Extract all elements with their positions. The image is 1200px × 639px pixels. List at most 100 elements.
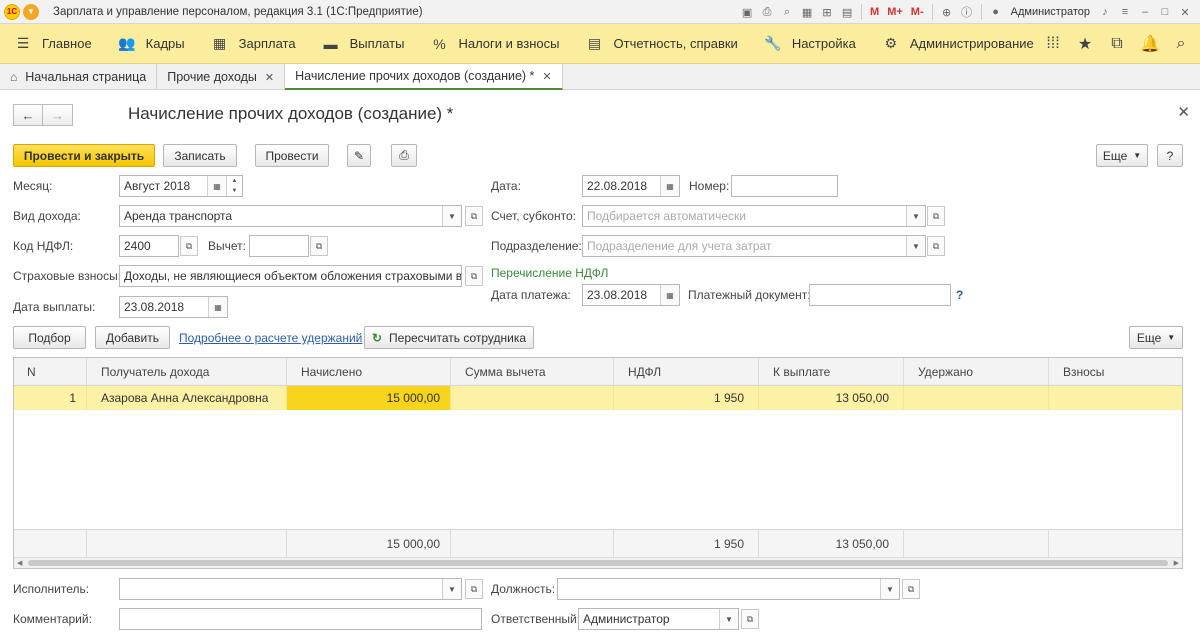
m-button[interactable]: M (867, 3, 882, 21)
close-form-icon[interactable]: ✕ (1177, 103, 1190, 121)
calc-icon[interactable]: ▦ (798, 3, 816, 21)
close-tab-icon[interactable]: ✕ (542, 70, 551, 83)
ndfl-cell[interactable]: 1 950 (614, 386, 759, 410)
calendar-icon[interactable]: ▦ (660, 285, 679, 305)
department-field[interactable]: Подразделение для учета затрат ▼ (582, 235, 926, 257)
ndfl-code-field[interactable]: 2400 (119, 235, 179, 257)
account-field[interactable]: Подбирается автоматически ▼ (582, 205, 926, 227)
open-icon[interactable]: ⧉ (310, 236, 328, 256)
number-field[interactable] (731, 175, 838, 197)
position-field[interactable]: ▼ (557, 578, 900, 600)
spin-up-icon[interactable]: ▲ (227, 176, 242, 186)
deduction-cell[interactable] (451, 386, 614, 410)
star-icon[interactable]: ★ (1076, 34, 1094, 54)
print-icon[interactable]: ⎙ (758, 3, 776, 21)
pick-button[interactable]: Подбор (13, 326, 86, 349)
search-icon[interactable]: ⌕ (1172, 35, 1190, 53)
month-spinner[interactable]: ▲ ▼ (226, 176, 242, 196)
minimize-icon[interactable]: – (1136, 3, 1154, 21)
attach-icon[interactable]: ⊞ (818, 3, 836, 21)
dropdown-icon[interactable]: ▼ (880, 579, 899, 599)
menu-item-payments[interactable]: ▬ Выплаты (296, 24, 405, 64)
deduction-field[interactable] (249, 235, 309, 257)
m-plus-button[interactable]: M+ (884, 3, 906, 21)
column-header[interactable]: НДФЛ (614, 358, 759, 386)
help-question-icon[interactable]: ? (956, 288, 963, 302)
column-header[interactable]: К выплате (759, 358, 904, 386)
scroll-left-icon[interactable]: ◀ (17, 559, 22, 567)
horizontal-scrollbar[interactable]: ◀ ▶ (14, 557, 1182, 568)
settings-icon[interactable]: ≡ (1116, 3, 1134, 21)
recipient-cell[interactable]: Азарова Анна Александровна (87, 386, 287, 410)
tab-other-income[interactable]: Прочие доходы ✕ (157, 64, 286, 90)
forward-arrow-icon[interactable]: → (43, 104, 73, 126)
calendar-icon[interactable]: ▦ (660, 176, 679, 196)
save-icon[interactable]: ▣ (738, 3, 756, 21)
open-icon[interactable]: ⧉ (927, 206, 945, 226)
calendar-icon[interactable]: ▤ (838, 3, 856, 21)
m-minus-button[interactable]: M- (908, 3, 927, 21)
scroll-right-icon[interactable]: ▶ (1174, 559, 1179, 567)
post-button[interactable]: Провести (255, 144, 329, 167)
open-icon[interactable]: ⧉ (902, 579, 920, 599)
maximize-icon[interactable]: □ (1156, 3, 1174, 21)
back-arrow-icon[interactable]: ← (13, 104, 43, 126)
info-icon[interactable]: ⓘ (958, 3, 976, 21)
tab-home[interactable]: ⌂ Начальная страница (0, 64, 158, 90)
month-field[interactable]: Август 2018 ▦ ▲ ▼ (119, 175, 243, 197)
column-header[interactable]: Взносы (1049, 358, 1182, 386)
more-button[interactable]: Еще ▼ (1096, 144, 1148, 167)
dropdown-icon[interactable]: ▼ (719, 609, 738, 629)
menu-item-settings[interactable]: 🔧 Настройка (738, 24, 856, 64)
open-icon[interactable]: ⧉ (465, 266, 483, 286)
contrib-cell[interactable] (1049, 386, 1182, 410)
close-window-icon[interactable]: ✕ (1176, 3, 1194, 21)
open-icon[interactable]: ⧉ (741, 609, 759, 629)
menu-item-reports[interactable]: ▤ Отчетность, справки (560, 24, 738, 64)
scroll-thumb[interactable] (28, 560, 1168, 566)
bell-icon[interactable]: ♪ (1096, 3, 1114, 21)
help-button[interactable]: ? (1157, 144, 1183, 167)
income-type-field[interactable]: Аренда транспорта ▼ (119, 205, 462, 227)
open-icon[interactable]: ⧉ (927, 236, 945, 256)
column-header[interactable]: Удержано (904, 358, 1049, 386)
zoom-icon[interactable]: ⊕ (938, 3, 956, 21)
column-header[interactable]: Начислено (287, 358, 451, 386)
responsible-field[interactable]: Администратор ▼ (578, 608, 739, 630)
payment-date-field[interactable]: 23.08.2018 ▦ (119, 296, 228, 318)
calendar-icon[interactable]: ▦ (208, 297, 227, 317)
menu-item-main[interactable]: ☰ Главное (0, 24, 92, 64)
menu-item-admin[interactable]: ⚙ Администрирование (856, 24, 1034, 64)
add-button[interactable]: Добавить (95, 326, 170, 349)
dropdown-icon[interactable]: ▼ (442, 206, 461, 226)
user-name[interactable]: Администратор (1007, 6, 1094, 18)
payout-cell[interactable]: 13 050,00 (759, 386, 904, 410)
calendar-icon[interactable]: ▦ (207, 176, 226, 196)
recalc-employee-button[interactable]: ↻ Пересчитать сотрудника (364, 326, 534, 349)
open-icon[interactable]: ⧉ (465, 579, 483, 599)
open-icon[interactable]: ⧉ (180, 236, 198, 256)
find-icon[interactable]: ⌕ (778, 3, 796, 21)
menu-item-salary[interactable]: ▦ Зарплата (185, 24, 296, 64)
accrued-cell[interactable]: 15 000,00 (287, 386, 451, 410)
pay-date-field[interactable]: 23.08.2018 ▦ (582, 284, 680, 306)
column-header[interactable]: N (14, 358, 87, 386)
comment-field[interactable] (119, 608, 482, 630)
bell-icon[interactable]: 🔔 (1140, 34, 1160, 54)
attach-paperclip-icon[interactable]: ✎ (347, 144, 371, 167)
dropdown-icon[interactable]: ▼ (906, 206, 925, 226)
pay-doc-field[interactable] (809, 284, 951, 306)
table-row[interactable]: 1 Азарова Анна Александровна 15 000,00 1… (14, 386, 1182, 410)
withheld-cell[interactable] (904, 386, 1049, 410)
date-field[interactable]: 22.08.2018 ▦ (582, 175, 680, 197)
row-number-cell[interactable]: 1 (14, 386, 87, 410)
column-header[interactable]: Сумма вычета (451, 358, 614, 386)
table-more-button[interactable]: Еще ▼ (1129, 326, 1183, 349)
1c-logo-icon[interactable]: 1С (4, 3, 20, 20)
column-header[interactable]: Получатель дохода (87, 358, 287, 386)
insurance-field[interactable]: Доходы, не являющиеся объектом обложения… (119, 265, 462, 287)
apps-grid-icon[interactable]: ⁞⁞⁞ (1044, 35, 1062, 53)
save-button[interactable]: Записать (163, 144, 237, 167)
menu-item-taxes[interactable]: % Налоги и взносы (404, 24, 559, 64)
menu-item-personnel[interactable]: 👥 Кадры (92, 24, 185, 64)
